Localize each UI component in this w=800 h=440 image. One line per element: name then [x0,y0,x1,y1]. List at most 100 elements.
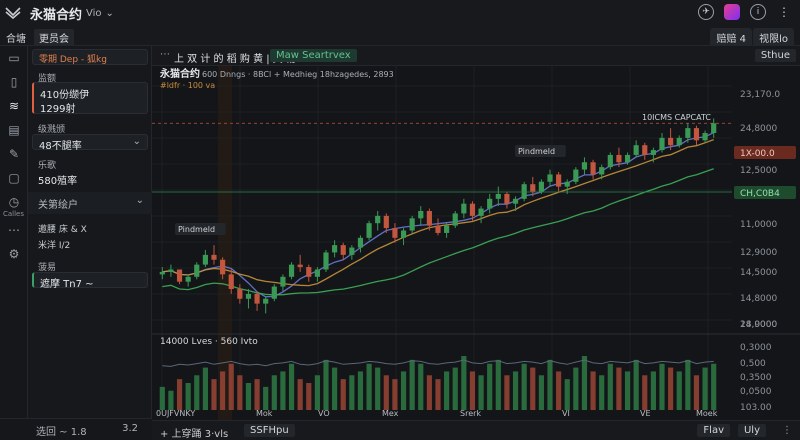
candle-body [590,162,596,175]
option-1[interactable]: 邀腰 床 & X [38,222,87,235]
volume-bar [711,363,717,410]
candle-body [314,269,320,277]
uly-button[interactable]: Uly [737,424,766,437]
mascot-icon[interactable] [724,4,740,20]
rocket-icon[interactable]: ✈ [698,4,714,20]
tab-member[interactable]: 更员会 [34,29,74,46]
candle-body [607,154,613,168]
volume-bar [340,379,346,410]
volume-bar [599,375,605,410]
symbol-search[interactable]: 零期 Dep - 狐kg [32,49,148,65]
files-icon[interactable]: ▭ [0,46,28,70]
candle-body [616,154,622,163]
candle-body [418,211,424,219]
chart-area[interactable]: 23,170.0 24,8000 1X-00.0 12,5000 CH,C0B4 11,0… [152,66,800,440]
volume-bar [607,363,613,410]
volume-bar [349,375,355,410]
candle-body [383,215,389,229]
volume-bar [237,375,243,410]
x-axis-label: VO [318,409,330,418]
volume-axis-label: 0,3500 [740,373,772,383]
candle-body [547,174,553,182]
volume-bar [530,367,536,410]
accounts-section[interactable]: 关第绘户 ⌄ [28,192,152,214]
chart-toolbar: ⋯ 上 双 计 的 稻 购 黄 | 文 易 Maw Seartrvex Sthu… [152,46,800,66]
candle-body [685,128,691,138]
chart-meta: 600 Dnngs · 8BCl + Medhieg 18hzagedes, 2… [202,70,394,79]
option-2[interactable]: 米洋 I/2 [38,238,70,251]
leverage-value: 48不腿率 [39,141,82,152]
candle-body [357,237,364,248]
volume-bar [357,371,364,410]
layers-icon[interactable]: ≋ [0,94,28,118]
settings-icon[interactable]: ⚙ [0,242,28,266]
price-axis-label: 23,170.0 [740,90,780,100]
candle-body [556,174,562,187]
alerts-button[interactable]: 赔赔 4 [710,28,752,47]
more-icon[interactable]: ⋯ [0,218,28,242]
info-icon[interactable]: i [750,4,766,20]
candle-body [332,245,338,253]
trade-select[interactable]: 遮摩 Tn7 ~ [32,272,148,290]
candle-body [435,225,441,233]
volume-bar [504,375,510,410]
volume-bar [685,359,691,410]
candle-body [487,198,493,209]
volume-bar [314,375,320,410]
candle-body [220,259,226,275]
volume-bar [159,386,165,410]
volume-bar [254,379,260,410]
candle-body [573,169,579,182]
clipboard-icon[interactable]: ▯ [0,70,28,94]
more-icon[interactable]: ⋮ [782,425,792,436]
add-indicator-button[interactable]: + 上穿踊 3·vls [160,425,228,440]
volume-bar [245,383,252,410]
volume-bar [469,371,476,410]
menu-icon[interactable]: ⋯ [160,49,170,60]
candle-body [426,211,432,226]
rate-label: 乐歌 [38,161,57,171]
tab-contracts[interactable]: 合塘 [6,30,26,45]
candle-body [564,181,570,187]
candle-body [676,137,682,146]
chart-settings-button[interactable]: Sthue [754,49,796,62]
candle-body [263,298,269,304]
view-button[interactable]: 视限lo [753,28,794,47]
more-icon[interactable]: ⋮ [776,4,792,20]
candle-body [349,247,355,255]
candle-body [444,225,450,233]
margin-field[interactable]: 410份缬伊 1299射 [32,82,148,115]
volume-bar [168,390,174,410]
volume-bar [452,367,458,410]
candle-body [642,145,648,155]
app-logo-icon[interactable] [0,0,26,26]
chart-annotation: Pindmeld [518,147,555,156]
app-subtitle[interactable]: Vio [86,8,102,19]
symbol-search-input[interactable]: 零期 Dep - 狐kg [39,52,107,65]
chart-mode-tag[interactable]: Maw Seartrvex [270,49,357,62]
chevron-down-icon: ⌄ [135,195,144,206]
volume-bar [202,367,208,410]
price-chart[interactable]: 23,170.0 24,8000 1X-00.0 12,5000 CH,C0B4 11,0… [152,66,800,420]
price-axis-label: 14,5000 [740,268,777,278]
document-icon[interactable]: ▤ [0,118,28,142]
volume-bar [220,371,226,410]
volume-bar [288,363,295,410]
volume-bar [418,363,424,410]
chevron-down-icon[interactable]: ⌄ [106,8,114,19]
chevron-down-icon: ⌄ [132,136,141,147]
leverage-select[interactable]: 48不腿率 ⌄ [32,134,148,152]
volume-bar [323,359,329,410]
candle-body [702,133,708,141]
flav-button[interactable]: Flav [697,424,730,437]
volume-bar [478,375,484,410]
chart-annotation: Pindmeld [178,225,215,234]
volume-bar [366,363,372,410]
symbol-chip[interactable]: SSFHpu [244,424,295,437]
candle-body [202,254,208,265]
price-axis-label: CH,C0B4 [740,189,780,199]
volume-bar [487,363,493,410]
volume-bar [547,359,553,410]
box-icon[interactable]: ▢ [0,166,28,190]
pen-icon[interactable]: ✎ [0,142,28,166]
